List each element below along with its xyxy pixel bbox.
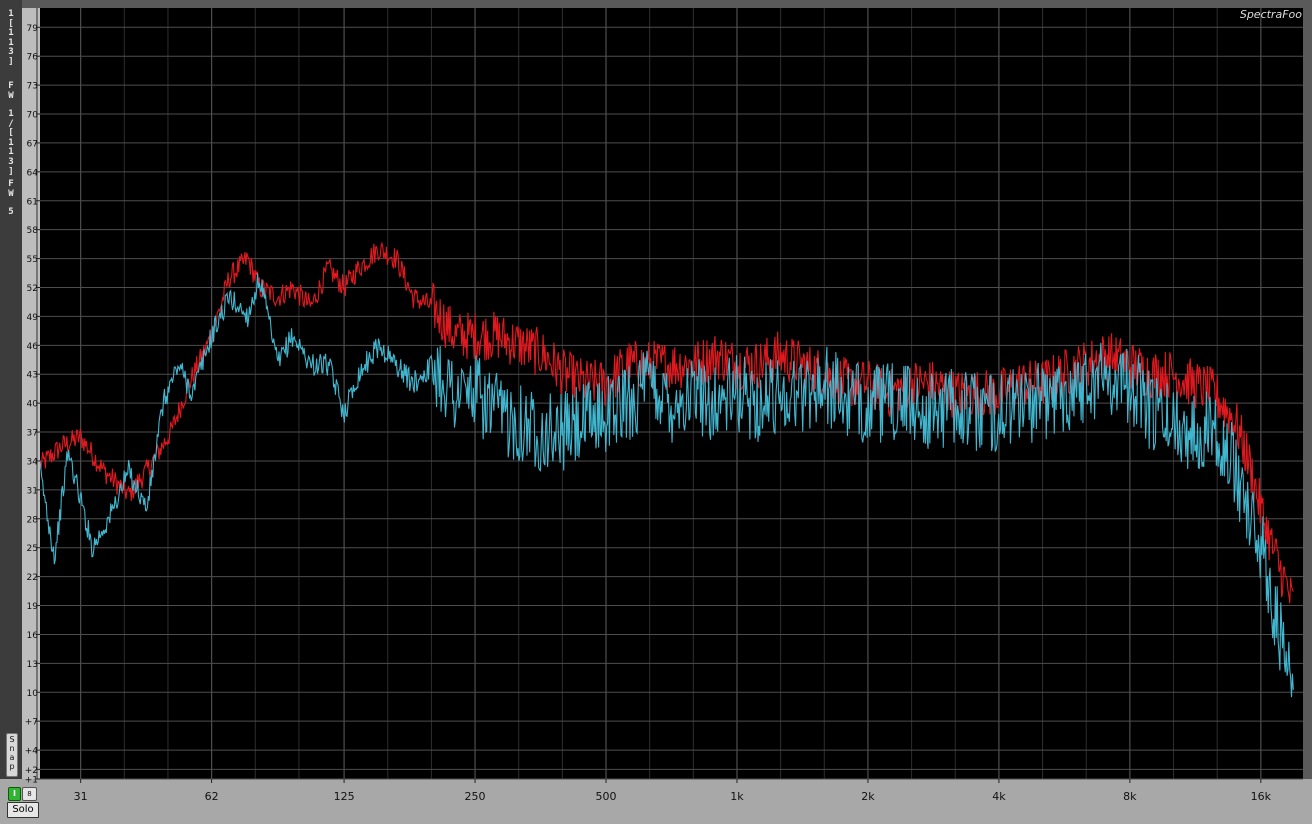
- y-tick-label: 64: [27, 168, 39, 178]
- y-tick-label: 37: [27, 429, 38, 439]
- y-tick-label: 79: [27, 24, 39, 34]
- y-tick-label: 16: [27, 631, 39, 641]
- y-tick-label: 73: [27, 82, 38, 92]
- y-tick-label: 49: [27, 313, 39, 323]
- y-tick-label: 28: [27, 515, 39, 525]
- y-tick-label: +1: [25, 776, 38, 786]
- y-tick-label: 61: [27, 197, 38, 207]
- y-tick-label: 40: [27, 400, 39, 410]
- x-tick-label: 4k: [992, 790, 1006, 803]
- y-tick-label: 43: [27, 371, 38, 381]
- x-tick-label: 500: [596, 790, 617, 803]
- y-tick-label: 76: [27, 53, 39, 63]
- x-tick-label: 125: [334, 790, 355, 803]
- y-tick-label: 13: [27, 660, 38, 670]
- y-tick-label: 52: [27, 284, 38, 294]
- y-tick-label: 67: [27, 139, 38, 149]
- y-tick-label: 46: [27, 342, 39, 352]
- y-tick-label: +7: [25, 718, 38, 728]
- x-tick-label: 1k: [730, 790, 744, 803]
- y-tick-label: 70: [27, 111, 39, 121]
- y-tick-label: 31: [27, 486, 38, 496]
- brand-label: SpectraFoo: [1239, 8, 1302, 21]
- y-tick-label: 34: [27, 457, 39, 467]
- y-tick-label: 10: [27, 689, 39, 699]
- y-tick-label: 25: [27, 544, 38, 554]
- x-tick-label: 8k: [1123, 790, 1137, 803]
- x-tick-label: 16k: [1251, 790, 1272, 803]
- y-tick-label: 19: [27, 602, 39, 612]
- y-tick-label: 22: [27, 573, 38, 583]
- x-tick-label: 250: [465, 790, 486, 803]
- x-tick-label: 31: [74, 790, 88, 803]
- y-tick-label: 55: [27, 255, 38, 265]
- spectrum-chart: 79 76 73 70 67 64 61 58 55 52 49 46 43 40 37 34 31 28 25 22…: [25, 8, 1303, 803]
- x-tick-label: 62: [205, 790, 219, 803]
- y-tick-label: 58: [27, 226, 39, 236]
- y-tick-label: +4: [25, 747, 39, 757]
- x-tick-label: 2k: [861, 790, 875, 803]
- y-tick-label: +2: [25, 766, 38, 776]
